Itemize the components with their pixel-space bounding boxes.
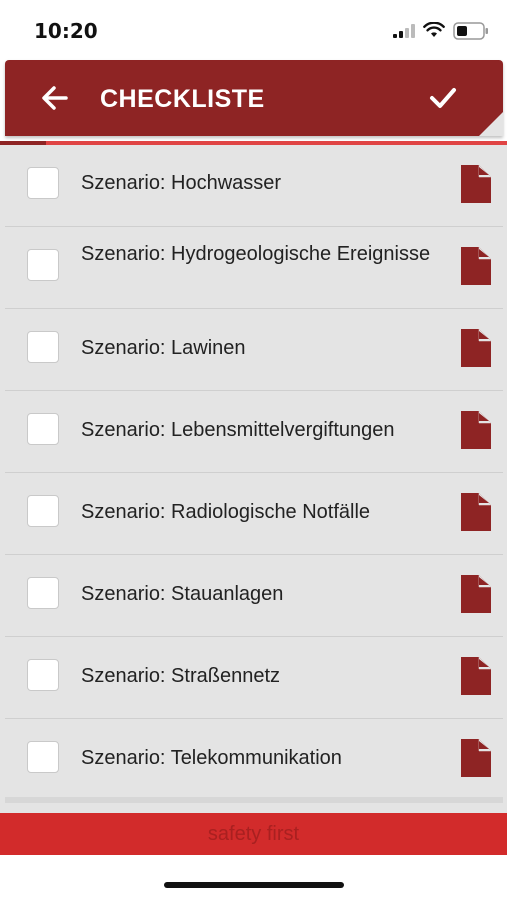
item-label: Szenario: Hochwasser xyxy=(81,172,282,194)
status-time: 10:20 xyxy=(34,19,98,43)
arrow-left-icon xyxy=(42,86,68,110)
document-icon[interactable] xyxy=(459,247,491,285)
document-icon[interactable] xyxy=(459,329,491,367)
list-item[interactable]: Szenario: Straßennetz xyxy=(5,637,503,719)
checkmark-icon xyxy=(430,88,456,108)
document-icon[interactable] xyxy=(459,165,491,203)
item-checkbox[interactable] xyxy=(27,659,59,691)
list-item[interactable]: Szenario: Hochwasser xyxy=(5,145,503,227)
home-indicator[interactable] xyxy=(164,882,344,888)
document-icon[interactable] xyxy=(459,493,491,531)
battery-icon xyxy=(453,22,488,40)
checklist: Szenario: Hochwasser Szenario: Hydrogeol… xyxy=(0,145,507,813)
item-label: Szenario: Telekommunikation xyxy=(81,747,342,769)
list-item[interactable]: Szenario: Lebensmittelvergiftungen xyxy=(5,391,503,473)
item-checkbox[interactable] xyxy=(27,577,59,609)
header-corner-fold xyxy=(479,112,503,136)
item-checkbox[interactable] xyxy=(27,741,59,773)
list-item[interactable]: Szenario: Radiologische Notfälle xyxy=(5,473,503,555)
footer-bar: safety first xyxy=(0,813,507,855)
list-item[interactable]: Szenario: Stauanlagen xyxy=(5,555,503,637)
document-icon[interactable] xyxy=(459,657,491,695)
status-bar: 10:20 xyxy=(0,0,507,60)
page-title: CHECKLISTE xyxy=(100,85,265,113)
item-checkbox[interactable] xyxy=(27,167,59,199)
document-icon[interactable] xyxy=(459,411,491,449)
document-icon[interactable] xyxy=(459,575,491,613)
list-end-divider xyxy=(5,797,503,803)
list-item[interactable]: Szenario: Telekommunikation xyxy=(5,719,503,801)
item-label: Szenario: Lawinen xyxy=(81,337,246,359)
app-header: CHECKLISTE xyxy=(5,60,503,136)
list-item[interactable]: Szenario: Hydrogeologische Ereignisse xyxy=(5,227,503,309)
cellular-signal-icon xyxy=(393,24,415,38)
item-checkbox[interactable] xyxy=(27,249,59,281)
item-checkbox[interactable] xyxy=(27,495,59,527)
item-checkbox[interactable] xyxy=(27,331,59,363)
item-label: Szenario: Straßennetz xyxy=(81,665,280,687)
confirm-button[interactable] xyxy=(425,80,461,116)
document-icon[interactable] xyxy=(459,739,491,777)
item-label: Szenario: Stauanlagen xyxy=(81,583,284,605)
item-label: Szenario: Radiologische Notfälle xyxy=(81,501,371,523)
item-checkbox[interactable] xyxy=(27,413,59,445)
back-button[interactable] xyxy=(37,80,73,116)
footer-slogan: safety first xyxy=(207,823,300,845)
list-item[interactable]: Szenario: Lawinen xyxy=(5,309,503,391)
item-label: Szenario: Hydrogeologische Ereignisse xyxy=(81,243,431,265)
wifi-icon xyxy=(423,22,445,37)
item-label: Szenario: Lebensmittelvergiftungen xyxy=(81,419,395,441)
